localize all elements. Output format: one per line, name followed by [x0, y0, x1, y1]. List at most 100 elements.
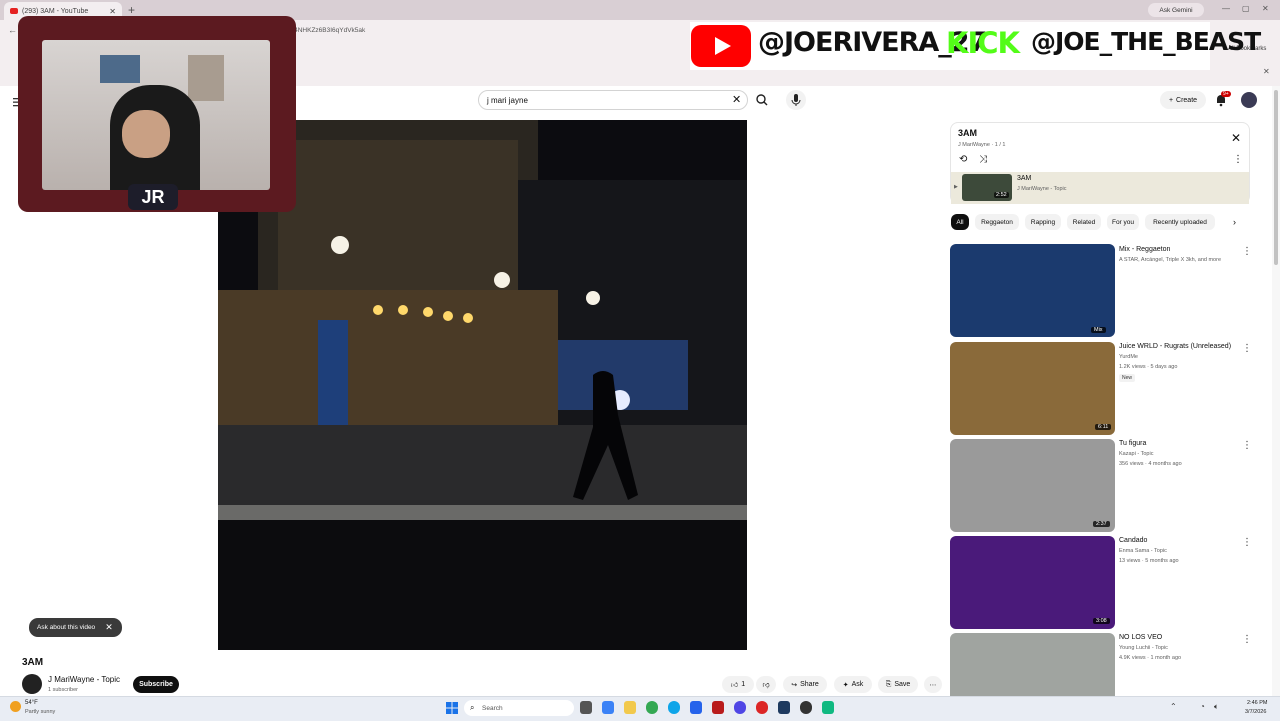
rec-thumbnail[interactable]	[950, 342, 1115, 435]
steam-icon[interactable]	[778, 701, 790, 714]
app-icon[interactable]	[756, 701, 768, 714]
shuffle-icon[interactable]: ⤨	[979, 154, 987, 165]
rec-more-icon[interactable]: ⋮	[1242, 440, 1252, 451]
rec-more-icon[interactable]: ⋮	[1242, 537, 1252, 548]
rec-more-icon[interactable]: ⋮	[1242, 343, 1252, 354]
clear-search-icon[interactable]: ✕	[732, 93, 741, 106]
close-bar-icon[interactable]: ✕	[1263, 67, 1270, 76]
scrollbar-thumb[interactable]	[1274, 90, 1278, 265]
rec-views: 1.2K views · 5 days ago	[1119, 364, 1178, 370]
chrome-icon[interactable]	[646, 701, 658, 714]
windows-start-icon[interactable]	[446, 701, 458, 714]
weather-icon[interactable]	[10, 701, 21, 712]
close-tab-icon[interactable]: ✕	[109, 7, 116, 16]
close-playlist-icon[interactable]: ✕	[1231, 131, 1241, 145]
weather-temperature[interactable]: 54°F	[25, 700, 38, 706]
more-actions-button[interactable]: ⋯	[924, 676, 942, 693]
chip-recently-uploaded[interactable]: Recently uploaded	[1145, 214, 1215, 230]
address-bar[interactable]: …g4NHKZz6B3I6qYdVk5ak	[280, 23, 684, 38]
rec-more-icon[interactable]: ⋮	[1242, 246, 1252, 257]
sparkle-icon: ✦	[842, 681, 849, 689]
subscribe-button[interactable]: Subscribe	[133, 676, 179, 693]
create-label: Create	[1176, 96, 1198, 104]
maximize-icon[interactable]: ▢	[1242, 4, 1250, 13]
rec-duration: 3:08	[1093, 618, 1110, 624]
chip-rapping[interactable]: Rapping	[1025, 214, 1061, 230]
voice-search-button[interactable]	[786, 90, 806, 110]
ask-gemini-button[interactable]: Ask Gemini	[1148, 3, 1204, 17]
rec-thumbnail[interactable]	[950, 244, 1115, 337]
playlist-item-channel: J MariWayne - Topic	[1017, 186, 1067, 192]
rec-views: 13 views · 5 months ago	[1119, 558, 1179, 564]
rec-thumbnail[interactable]	[950, 439, 1115, 532]
rec-thumbnail[interactable]	[950, 633, 1115, 696]
plus-icon: +	[1168, 96, 1174, 104]
loop-icon[interactable]: ⟲	[959, 154, 967, 165]
search-input[interactable]: j mari jayne	[478, 90, 748, 110]
playlist-item-duration: 2:52	[994, 192, 1009, 198]
share-button[interactable]: ↪ Share	[783, 676, 827, 693]
rec-more-icon[interactable]: ⋮	[1242, 634, 1252, 645]
app-icon[interactable]	[734, 701, 746, 714]
create-button[interactable]: + Create	[1160, 91, 1206, 109]
chip-for-you[interactable]: For you	[1107, 214, 1139, 230]
close-window-icon[interactable]: ✕	[1262, 4, 1269, 13]
chip-all[interactable]: All	[951, 214, 969, 230]
ask-label: Ask	[851, 681, 864, 688]
video-title: 3AM	[22, 657, 44, 668]
wall-poster	[100, 55, 140, 83]
clock-time[interactable]: 2:46 PM	[1247, 700, 1267, 706]
like-button[interactable]: 👍︎ 1	[722, 676, 754, 693]
rec-duration: 2:37	[1093, 521, 1110, 527]
save-button[interactable]: ⎘ Save	[878, 676, 918, 693]
outlook-icon[interactable]	[690, 701, 702, 714]
file-explorer-icon[interactable]	[624, 701, 636, 714]
search-button[interactable]	[750, 90, 774, 110]
app-icon[interactable]	[822, 701, 834, 714]
share-label: Share	[800, 681, 819, 688]
rec-duration: 6:11	[1095, 424, 1112, 430]
account-avatar[interactable]	[1241, 92, 1257, 108]
video-player[interactable]	[218, 120, 747, 650]
ask-about-video-chip[interactable]: Ask about this video ✕	[29, 618, 122, 637]
ask-button[interactable]: ✦ Ask	[834, 676, 872, 693]
rec-channel: Enma Sama - Topic	[1119, 548, 1167, 554]
clock-date[interactable]: 3/7/2026	[1245, 709, 1266, 715]
rec-thumbnail[interactable]	[950, 536, 1115, 629]
wall-poster	[188, 55, 224, 101]
volume-icon[interactable]: 🔈︎	[1214, 702, 1219, 712]
streamer-logo: JR	[128, 184, 178, 210]
back-icon[interactable]: ←	[8, 25, 17, 35]
app-icon[interactable]	[800, 701, 812, 714]
chevron-up-icon[interactable]: ⌃	[1170, 702, 1177, 711]
rec-title[interactable]: Candado	[1119, 537, 1147, 544]
rec-title[interactable]: Juice WRLD - Rugrats (Unreleased)	[1119, 343, 1231, 350]
close-icon[interactable]: ✕	[105, 622, 113, 633]
dislike-button[interactable]: 👎︎	[756, 676, 776, 693]
playlist-more-icon[interactable]: ⋮	[1233, 154, 1243, 165]
channel-name[interactable]: J MariWayne - Topic	[48, 675, 120, 684]
minimize-icon[interactable]: —	[1222, 4, 1230, 13]
thumbs-up-icon: 👍︎	[730, 682, 739, 689]
task-view-icon[interactable]	[580, 701, 592, 714]
playlist-title[interactable]: 3AM	[958, 128, 977, 138]
rec-views: 4.9K views · 1 month ago	[1119, 655, 1182, 661]
rec-title[interactable]: Mix - Reggaeton	[1119, 246, 1170, 253]
wifi-icon[interactable]: ◔	[1200, 702, 1205, 711]
kick-logo: KICK	[946, 26, 1020, 60]
tab-title: (293) 3AM - YouTube	[22, 7, 89, 15]
copilot-icon[interactable]	[602, 701, 614, 714]
new-tab-icon[interactable]: +	[128, 3, 135, 17]
rec-title[interactable]: Tu figura	[1119, 440, 1146, 447]
playlist-item-title[interactable]: 3AM	[1017, 175, 1031, 182]
channel-avatar[interactable]	[22, 674, 42, 694]
taskbar-search[interactable]: Search	[464, 700, 574, 716]
chip-reggaeton[interactable]: Reggaeton	[975, 214, 1019, 230]
youtube-favicon-icon	[10, 8, 18, 14]
chip-related[interactable]: Related	[1067, 214, 1101, 230]
app-icon[interactable]	[712, 701, 724, 714]
chevron-right-icon[interactable]: ›	[1233, 217, 1236, 227]
subscriber-count: 1 subscriber	[48, 687, 78, 693]
edge-icon[interactable]	[668, 701, 680, 714]
rec-title[interactable]: NO LOS VEO	[1119, 634, 1162, 641]
